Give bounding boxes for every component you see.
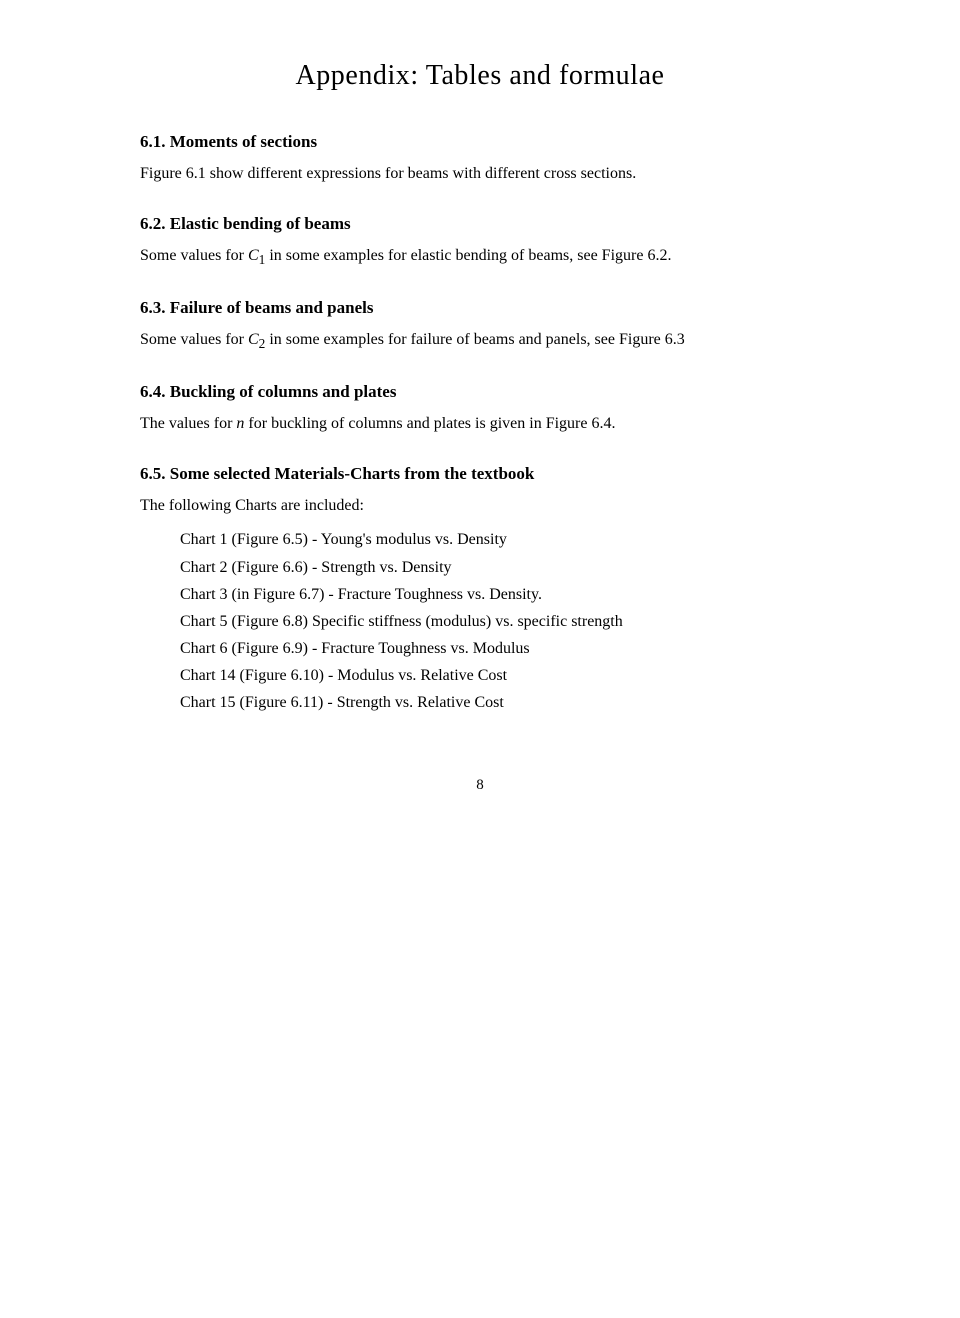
page-title: Appendix: Tables and formulae (140, 60, 820, 92)
chart-list-item-7: Chart 15 (Figure 6.11) - Strength vs. Re… (180, 689, 820, 716)
section-6-2: 6.2. Elastic bending of beams Some value… (140, 214, 820, 270)
section-6-1-para-1: Figure 6.1 show different expressions fo… (140, 162, 820, 186)
chart-list-item-3: Chart 3 (in Figure 6.7) - Fracture Tough… (180, 581, 820, 608)
section-6-1: 6.1. Moments of sections Figure 6.1 show… (140, 132, 820, 186)
section-6-1-heading: 6.1. Moments of sections (140, 132, 820, 152)
chart-list-item-1: Chart 1 (Figure 6.5) - Young's modulus v… (180, 526, 820, 553)
section-6-5-intro: The following Charts are included: (140, 494, 820, 518)
section-6-4-para-1: The values for n for buckling of columns… (140, 412, 820, 436)
section-6-5: 6.5. Some selected Materials-Charts from… (140, 464, 820, 716)
chart-list-item-4: Chart 5 (Figure 6.8) Specific stiffness … (180, 608, 820, 635)
section-6-3-heading: 6.3. Failure of beams and panels (140, 298, 820, 318)
section-6-3-para-1: Some values for C2 in some examples for … (140, 328, 820, 354)
section-6-2-para-1: Some values for C1 in some examples for … (140, 244, 820, 270)
section-6-5-heading: 6.5. Some selected Materials-Charts from… (140, 464, 820, 484)
section-6-3: 6.3. Failure of beams and panels Some va… (140, 298, 820, 354)
chart-list: Chart 1 (Figure 6.5) - Young's modulus v… (140, 526, 820, 716)
chart-list-item-2: Chart 2 (Figure 6.6) - Strength vs. Dens… (180, 554, 820, 581)
section-6-4-heading: 6.4. Buckling of columns and plates (140, 382, 820, 402)
section-6-2-heading: 6.2. Elastic bending of beams (140, 214, 820, 234)
chart-list-item-5: Chart 6 (Figure 6.9) - Fracture Toughnes… (180, 635, 820, 662)
page-number: 8 (140, 777, 820, 794)
chart-list-item-6: Chart 14 (Figure 6.10) - Modulus vs. Rel… (180, 662, 820, 689)
page: Appendix: Tables and formulae 6.1. Momen… (140, 0, 820, 1318)
section-6-4: 6.4. Buckling of columns and plates The … (140, 382, 820, 436)
